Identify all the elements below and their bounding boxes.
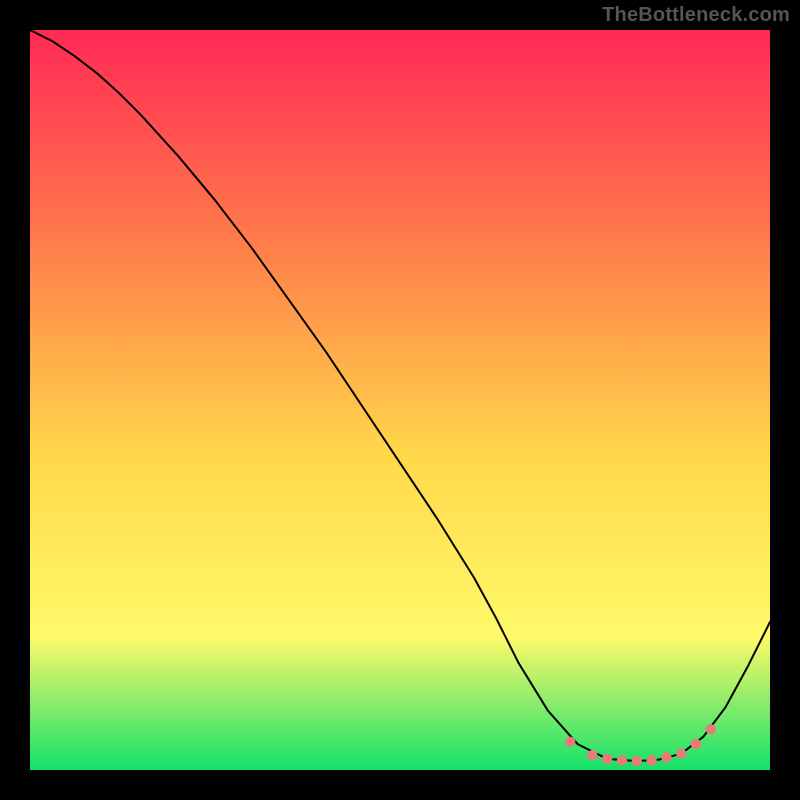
flat-region-marker	[661, 752, 671, 762]
flat-region-marker	[691, 739, 701, 749]
flat-region-marker	[587, 750, 597, 760]
flat-region-marker	[602, 754, 612, 764]
flat-region-marker	[632, 756, 642, 766]
flat-region-marker	[646, 755, 656, 765]
attribution-label: TheBottleneck.com	[602, 4, 790, 27]
flat-region-marker	[565, 737, 575, 747]
chart-stage: TheBottleneck.com	[0, 0, 800, 800]
bottleneck-chart	[30, 30, 770, 770]
flat-region-marker	[617, 755, 627, 765]
gradient-background	[30, 30, 770, 770]
flat-region-marker	[676, 749, 686, 759]
plot-area	[30, 30, 770, 770]
flat-region-marker	[706, 724, 716, 734]
